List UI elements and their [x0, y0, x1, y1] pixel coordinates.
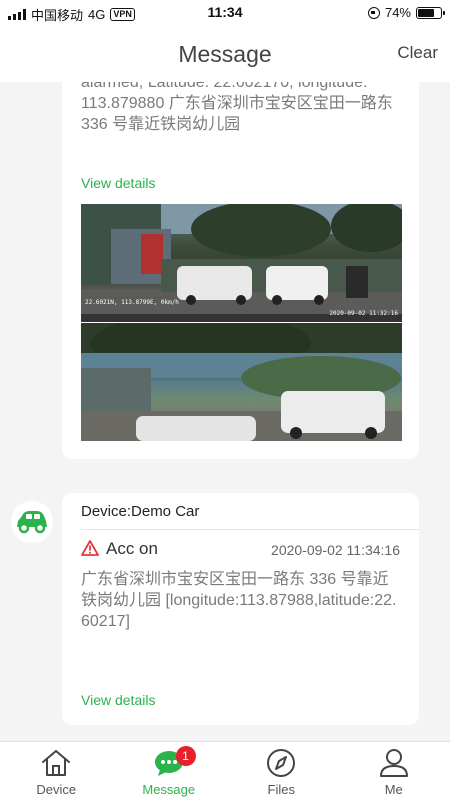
nav-header: Message Clear	[0, 26, 450, 82]
orientation-lock-icon	[367, 6, 380, 19]
unread-badge: 1	[175, 746, 196, 766]
tab-me[interactable]: Me	[338, 742, 450, 800]
message-card: Device:Demo Car Acc on 2020-09-02 11:34:…	[62, 493, 419, 725]
status-right: 74%	[367, 5, 445, 20]
dashcam-scene-rear	[81, 323, 402, 441]
view-details-link[interactable]: View details	[81, 175, 155, 191]
message-card: alarmed, Latitude: 22.602170, longitude:…	[62, 82, 419, 459]
tab-files[interactable]: Files	[225, 742, 338, 800]
home-icon	[42, 750, 71, 776]
compass-icon	[267, 749, 296, 777]
device-name: Device:Demo Car	[81, 503, 200, 520]
battery-percent: 74%	[384, 5, 411, 20]
view-details-link[interactable]: View details	[81, 692, 155, 708]
car-avatar	[11, 501, 53, 543]
tab-device[interactable]: Device	[0, 742, 113, 800]
warning-icon	[81, 540, 99, 556]
message-list[interactable]: alarmed, Latitude: 22.602170, longitude:…	[0, 82, 450, 741]
tab-label: Files	[267, 782, 295, 797]
timestamp-overlay: 2020-09-02 11:32:16	[329, 310, 398, 317]
dashcam-image-front[interactable]: 22.6021N, 113.8799E, 0km/h 2020-09-02 11…	[81, 204, 402, 322]
battery-icon	[416, 6, 445, 19]
tab-label: Message	[142, 782, 196, 797]
page-title: Message	[178, 41, 272, 67]
dashcam-image-rear[interactable]	[81, 323, 402, 441]
user-icon	[379, 749, 408, 777]
event-title: Acc on	[106, 539, 158, 558]
tab-message[interactable]: 1 Message	[113, 742, 226, 800]
event-detail: 广东省深圳市宝安区宝田一路东 336 号靠近铁岗幼儿园 [longitude:1…	[81, 571, 397, 630]
status-bar: 中国移动 4G VPN 11:34 74%	[0, 0, 450, 26]
gps-overlay: 22.6021N, 113.8799E, 0km/h	[85, 299, 179, 306]
event-time: 2020-09-02 11:34:16	[271, 542, 400, 558]
message-address: alarmed, Latitude: 22.602170, longitude:…	[81, 82, 393, 133]
tab-label: Me	[384, 782, 403, 797]
tab-bar: Device 1 Message Files Me	[0, 741, 450, 800]
divider	[81, 529, 419, 530]
car-icon	[17, 511, 47, 534]
clear-button[interactable]: Clear	[397, 43, 438, 63]
tab-label: Device	[36, 782, 77, 797]
